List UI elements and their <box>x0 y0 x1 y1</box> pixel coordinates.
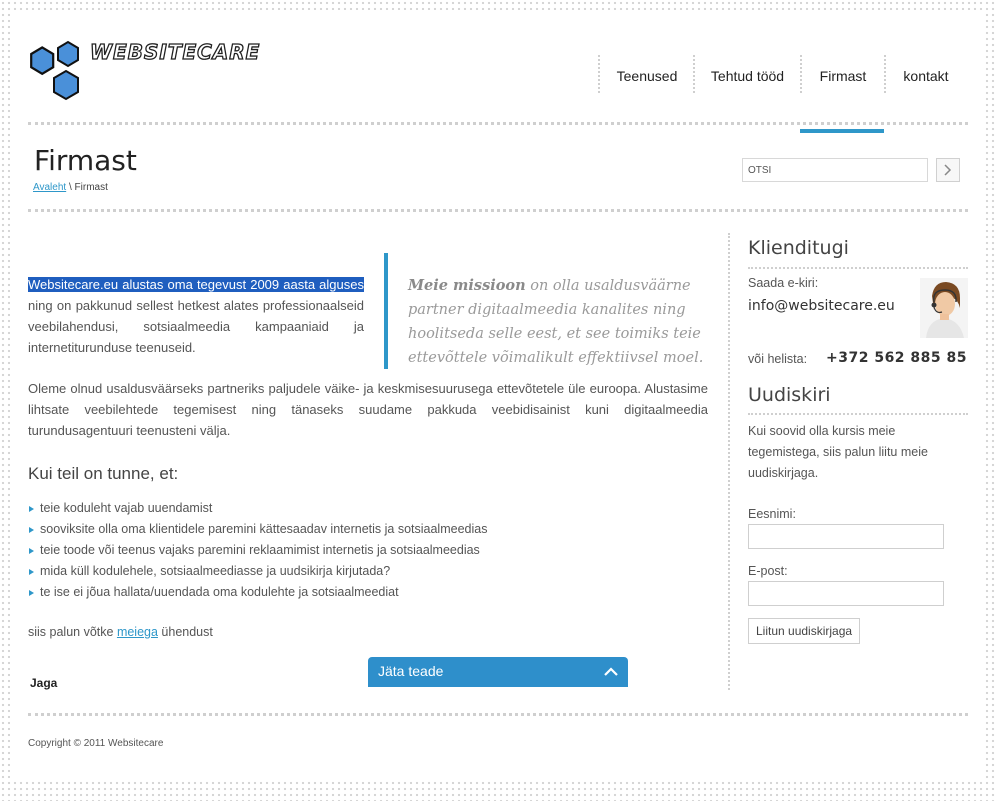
first-name-label: Eesnimi: <box>748 507 796 521</box>
list-heading: Kui teil on tunne, et: <box>28 464 179 483</box>
email-field-label: E-post: <box>748 564 788 578</box>
copyright: Copyright © 2011 Websitecare <box>28 738 164 749</box>
nav-item-teenused[interactable]: Teenused <box>600 56 694 96</box>
phone-number: +372 562 885 85 <box>826 350 968 366</box>
breadcrumb-current: Firmast <box>74 182 108 193</box>
subscribe-button[interactable]: Liitun uudiskirjaga <box>748 618 861 644</box>
selected-text: Websitecare.eu alustas oma tegevust 2009… <box>28 277 364 292</box>
nav-item-tehtud-tood[interactable]: Tehtud tööd <box>695 56 800 96</box>
nav-active-indicator <box>800 129 884 133</box>
divider <box>28 713 968 716</box>
email-address[interactable]: info@websitecare.eu <box>748 298 895 314</box>
page-title: Firmast <box>34 144 137 177</box>
list-item: te ise ei jõua hallata/uuendada oma kodu… <box>28 582 708 603</box>
quote-bar <box>384 253 388 369</box>
support-title: Klienditugi <box>748 237 849 259</box>
breadcrumb-home-link[interactable]: Avaleht <box>33 182 66 193</box>
divider <box>28 209 968 212</box>
contact-line: siis palun võtke meiega ühendust <box>28 625 213 639</box>
first-name-field[interactable] <box>748 524 944 549</box>
sidebar-divider <box>728 233 730 690</box>
divider <box>748 413 968 415</box>
contact-link[interactable]: meiega <box>117 625 158 639</box>
logo-text: WEBSITECARE <box>89 39 261 64</box>
intro-paragraph: Websitecare.eu alustas oma tegevust 2009… <box>28 274 364 358</box>
needs-list: teie koduleht vajab uuendamist sooviksit… <box>28 498 708 603</box>
list-item: mida küll kodulehele, sotsiaalmeediasse … <box>28 561 708 582</box>
support-avatar <box>920 278 968 338</box>
newsletter-text: Kui soovid olla kursis meie tegemistega,… <box>748 424 928 480</box>
feedback-label: Jäta teade <box>378 663 444 679</box>
newsletter-title: Uudiskiri <box>748 384 831 406</box>
chevron-up-icon <box>604 667 618 676</box>
breadcrumb-separator: \ <box>66 182 75 193</box>
nav-item-kontakt[interactable]: kontakt <box>886 56 966 96</box>
logo[interactable]: WEBSITECARE <box>28 38 318 118</box>
quote-bold: Meie missioon <box>408 277 526 294</box>
list-item: teie toode või teenus vajaks paremini re… <box>28 540 708 561</box>
mission-quote: Meie missioon on olla usaldusväärne part… <box>408 274 708 370</box>
email-field[interactable] <box>748 581 944 606</box>
contact-text-before: siis palun võtke <box>28 625 117 639</box>
divider <box>28 122 968 125</box>
nav-item-firmast[interactable]: Firmast <box>802 56 884 96</box>
list-item: sooviksite olla oma klientidele paremini… <box>28 519 708 540</box>
intro-text: ning on pakkunud sellest hetkest alates … <box>28 298 364 355</box>
feedback-tab[interactable]: Jäta teade <box>368 657 628 687</box>
breadcrumb: Avaleht \ Firmast <box>33 182 108 193</box>
phone-label: või helista: <box>748 352 808 366</box>
search-input[interactable] <box>742 158 928 182</box>
contact-text-after: ühendust <box>157 625 213 639</box>
list-item: teie koduleht vajab uuendamist <box>28 498 708 519</box>
page: WEBSITECARE Teenused Tehtud tööd Firmast… <box>10 10 984 780</box>
share-label[interactable]: Jaga <box>30 676 57 690</box>
divider <box>748 267 968 269</box>
chevron-right-icon <box>944 164 952 176</box>
search-button[interactable] <box>936 158 960 182</box>
about-paragraph: Oleme olnud usaldusväärseks partneriks p… <box>28 381 708 438</box>
email-label: Saada e-kiri: <box>748 276 819 290</box>
